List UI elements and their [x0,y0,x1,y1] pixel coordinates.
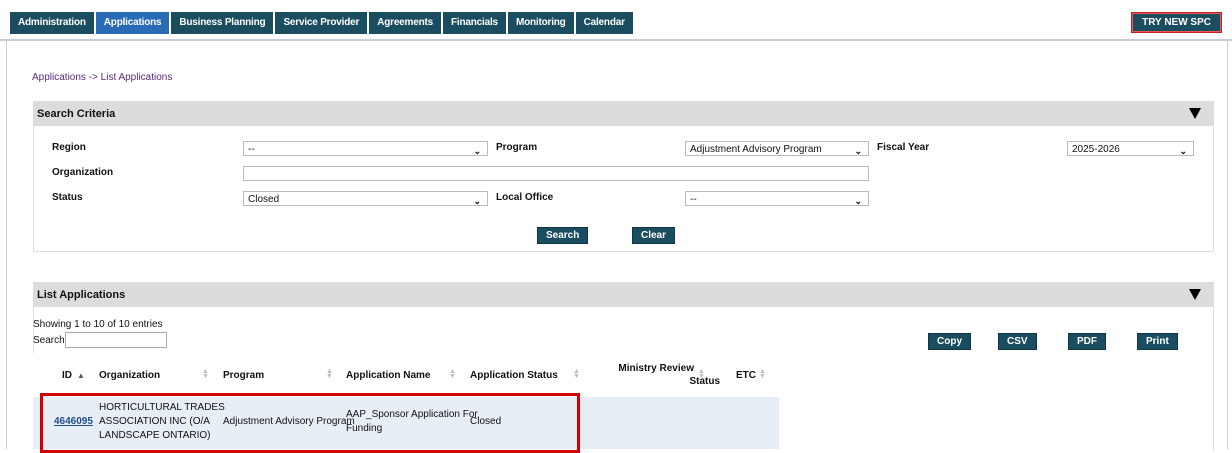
collapse-triangle-icon[interactable] [1189,289,1201,300]
print-button[interactable]: Print [1137,333,1178,350]
search-criteria-header[interactable]: Search Criteria [34,102,1213,126]
main-nav: Administration Applications Business Pla… [10,12,633,34]
search-button[interactable]: Search [537,227,589,244]
column-header-program[interactable]: Program [223,353,264,397]
sort-icon: ▲ ▼ [698,368,705,380]
local-office-select[interactable]: -- ⌄ [685,191,869,206]
region-label: Region [52,142,86,153]
sort-icon: ▲ ▼ [326,368,333,380]
fiscal-year-select[interactable]: 2025-2026 ⌄ [1067,141,1194,156]
tab-applications[interactable]: Applications [95,12,170,34]
applications-table: ID ▲ Organization ▲ ▼ Program ▲ ▼ Applicat… [33,353,779,449]
sort-icon: ▲ ▼ [449,368,456,380]
column-application-name-label: Application Name [346,369,431,381]
fiscal-year-label: Fiscal Year [877,142,930,153]
list-applications-header[interactable]: List Applications [34,283,1213,307]
local-office-select-value: -- [690,194,697,205]
tab-service-provider[interactable]: Service Provider [275,12,368,34]
column-header-etc[interactable]: ETC [736,353,756,397]
try-new-spc-button[interactable]: TRY NEW SPC [1131,12,1222,33]
breadcrumb: Applications -> List Applications [32,72,172,83]
clear-button[interactable]: Clear [632,227,676,244]
column-etc-label: ETC [736,369,756,381]
tab-financials[interactable]: Financials [443,12,506,34]
column-header-id[interactable]: ID ▲ [62,353,85,397]
region-select[interactable]: -- ⌄ [243,141,488,156]
program-select-value: Adjustment Advisory Program [690,144,822,155]
entries-info: Showing 1 to 10 of 10 entries [33,319,163,330]
region-select-value: -- [248,144,255,155]
table-search-label: Search: [33,335,68,346]
tab-monitoring[interactable]: Monitoring [507,12,574,34]
chevron-down-icon: ⌄ [473,196,481,206]
csv-button[interactable]: CSV [998,333,1037,350]
breadcrumb-current: List Applications [100,72,173,83]
chevron-down-icon: ⌄ [1179,146,1187,156]
column-id-label: ID [62,369,72,381]
fiscal-year-select-value: 2025-2026 [1072,144,1120,155]
column-header-organization[interactable]: Organization [99,353,160,397]
table-header-row: ID ▲ Organization ▲ ▼ Program ▲ ▼ Applicat… [33,353,779,397]
chevron-down-icon: ⌄ [854,196,862,206]
collapse-triangle-icon[interactable] [1189,108,1201,119]
tab-agreements[interactable]: Agreements [369,12,442,34]
local-office-label: Local Office [496,192,554,203]
column-ministry-review-label: Ministry Review [618,363,694,374]
copy-button[interactable]: Copy [928,333,971,350]
status-label: Status [52,192,83,203]
organization-label: Organization [52,167,114,178]
tab-administration[interactable]: Administration [10,12,94,34]
column-header-application-status[interactable]: Application Status [470,353,558,397]
column-header-application-name[interactable]: Application Name [346,353,430,397]
highlight-box [40,393,580,453]
breadcrumb-applications-link[interactable]: Applications [32,72,86,83]
status-select[interactable]: Closed ⌄ [243,191,488,206]
column-program-label: Program [223,369,265,381]
tab-business-planning[interactable]: Business Planning [171,12,274,34]
program-select[interactable]: Adjustment Advisory Program ⌄ [685,141,869,156]
list-applications-title: List Applications [37,289,126,301]
top-navigation-bar: Administration Applications Business Pla… [0,0,1232,41]
sort-icon: ▲ ▼ [202,368,209,380]
column-organization-label: Organization [99,369,161,381]
column-application-status-label: Application Status [470,369,558,381]
sort-icon: ▲ ▼ [573,368,580,380]
chevron-down-icon: ⌄ [854,146,862,156]
tab-calendar[interactable]: Calendar [575,12,633,34]
breadcrumb-separator: -> [88,72,101,83]
sort-icon: ▲ ▼ [759,368,766,380]
pdf-button[interactable]: PDF [1068,333,1106,350]
sort-ascending-icon: ▲ [77,370,85,380]
status-select-value: Closed [248,194,280,205]
table-search-input[interactable] [65,332,167,348]
program-label: Program [496,142,538,153]
organization-input[interactable] [243,166,869,181]
search-criteria-title: Search Criteria [37,108,116,120]
chevron-down-icon: ⌄ [473,146,481,156]
